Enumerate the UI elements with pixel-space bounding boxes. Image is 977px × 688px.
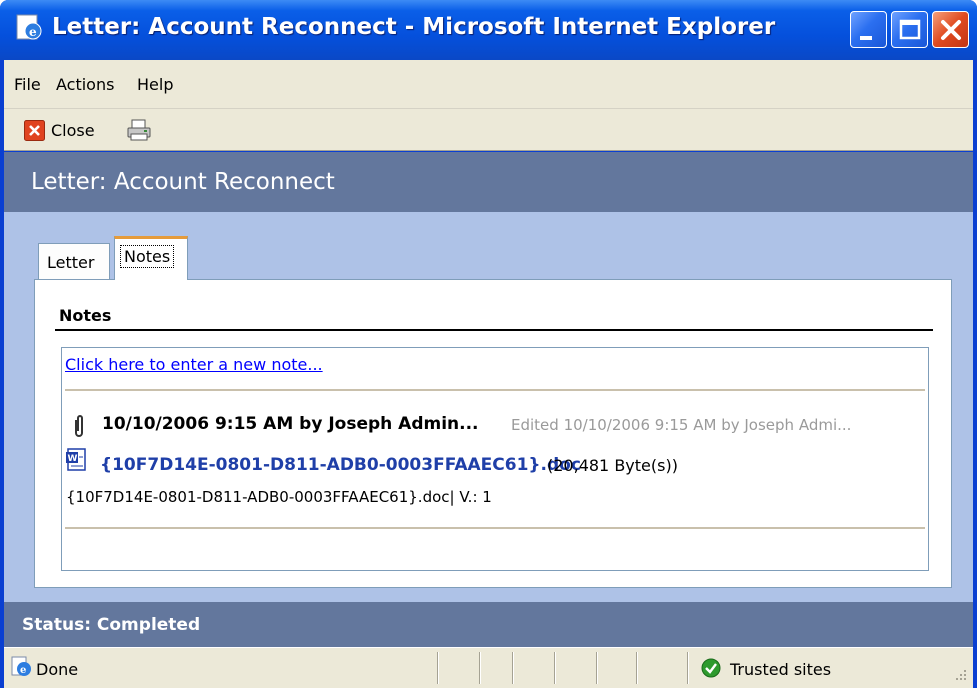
attachment-version: {10F7D14E-0801-D811-ADB0-0003FFAAEC61}.d… <box>66 488 492 506</box>
window-title: Letter: Account Reconnect - Microsoft In… <box>52 14 776 40</box>
ie-status-bar: e Done Trusted sites <box>4 647 973 688</box>
checkmark-icon <box>701 658 721 678</box>
notes-panel: Notes Click here to enter a new note... … <box>34 279 952 588</box>
note-edited: Edited 10/10/2006 9:15 AM by Joseph Admi… <box>511 416 852 434</box>
tab-notes-label: Notes <box>120 245 175 268</box>
status-divider <box>636 652 638 684</box>
minimize-icon <box>860 36 872 40</box>
print-icon[interactable] <box>126 118 152 142</box>
status-divider <box>687 652 689 684</box>
ie-page-icon: e <box>11 656 31 676</box>
status-divider <box>512 652 514 684</box>
status-band: Status: Completed <box>4 602 973 647</box>
main-area: Letter Notes Notes Click here to enter a… <box>4 212 973 602</box>
svg-text:W: W <box>68 454 78 464</box>
status-divider <box>479 652 481 684</box>
page-header: Letter: Account Reconnect <box>4 152 973 212</box>
menu-help[interactable]: Help <box>137 75 173 94</box>
word-document-icon: W <box>66 448 86 471</box>
note-header[interactable]: 10/10/2006 9:15 AM by Joseph Admin... <box>102 414 479 434</box>
security-zone-text: Trusted sites <box>730 660 832 679</box>
status-divider <box>554 652 556 684</box>
tab-notes[interactable]: Notes <box>114 236 188 280</box>
page-title: Letter: Account Reconnect <box>31 169 335 195</box>
resize-grip-icon[interactable] <box>952 666 968 682</box>
attachment-size: (20,481 Byte(s)) <box>547 456 678 475</box>
ie-page-icon: e <box>16 14 42 40</box>
minimize-button[interactable] <box>850 11 887 48</box>
separator <box>65 389 925 391</box>
title-bar[interactable]: e Letter: Account Reconnect - Microsoft … <box>0 0 977 60</box>
status-done-text: Done <box>36 660 79 679</box>
attachment-link[interactable]: {10F7D14E-0801-D811-ADB0-0003FFAAEC61}.d… <box>100 455 581 475</box>
status-divider <box>596 652 598 684</box>
close-button[interactable]: Close <box>51 121 95 140</box>
menu-bar: File Actions Help <box>4 60 973 109</box>
menu-file[interactable]: File <box>14 75 41 94</box>
svg-text:e: e <box>20 665 26 676</box>
close-icon <box>941 20 961 40</box>
status-divider <box>437 652 439 684</box>
svg-text:e: e <box>29 25 37 39</box>
close-icon[interactable] <box>24 120 45 141</box>
close-window-button[interactable] <box>932 11 969 48</box>
separator <box>65 527 925 529</box>
notes-heading: Notes <box>59 306 112 325</box>
menu-actions[interactable]: Actions <box>56 75 114 94</box>
maximize-icon <box>899 19 921 40</box>
maximize-button[interactable] <box>891 11 928 48</box>
tab-letter[interactable]: Letter <box>38 243 110 279</box>
toolbar: Close <box>4 109 973 151</box>
notes-divider <box>55 329 933 331</box>
paperclip-icon <box>75 415 83 437</box>
notes-list: Click here to enter a new note... 10/10/… <box>61 347 929 571</box>
ie-window: e Letter: Account Reconnect - Microsoft … <box>0 0 977 688</box>
status-text: Status: Completed <box>22 615 201 635</box>
new-note-link[interactable]: Click here to enter a new note... <box>65 355 323 374</box>
